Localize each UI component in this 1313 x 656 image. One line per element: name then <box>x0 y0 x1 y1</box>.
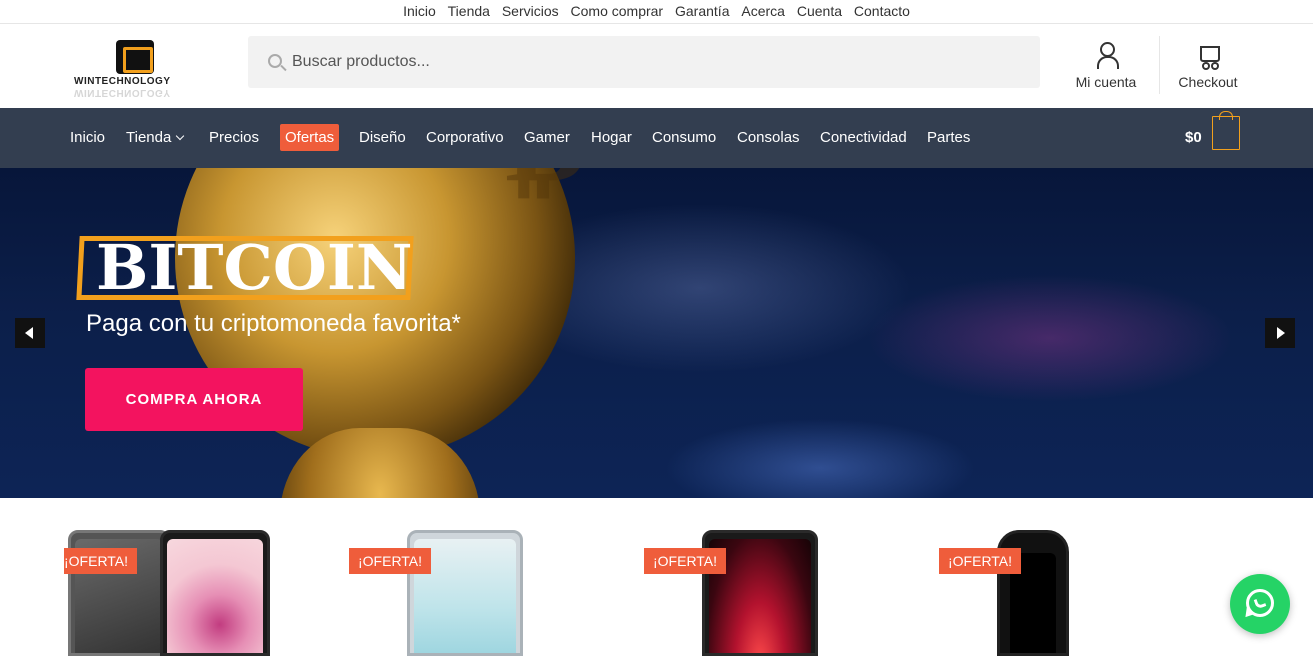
product-grid: ¡OFERTA! ¡OFERTA! ¡OFERTA! ¡OFERTA! <box>0 498 1313 656</box>
chevron-down-icon <box>176 131 185 141</box>
nav-item-consumo[interactable]: Consumo <box>652 124 716 151</box>
buy-now-button[interactable]: COMPRA AHORA <box>85 368 303 431</box>
hero-subtitle: Paga con tu criptomoneda favorita* <box>86 310 461 337</box>
sale-badge: ¡OFERTA! <box>644 548 727 574</box>
my-account-link[interactable]: Mi cuenta <box>1064 42 1148 90</box>
product-card[interactable]: ¡OFERTA! <box>939 530 1149 656</box>
shopping-bag-icon[interactable] <box>1212 111 1240 150</box>
user-icon <box>1095 42 1119 69</box>
product-image <box>160 530 270 656</box>
top-menu-item-cuenta[interactable]: Cuenta <box>797 3 842 19</box>
search-icon <box>268 54 282 68</box>
checkout-link[interactable]: Checkout <box>1166 42 1250 90</box>
cart-total[interactable]: $0 <box>1185 124 1202 151</box>
cart-icon <box>1196 42 1220 70</box>
product-card[interactable]: ¡OFERTA! <box>64 530 274 656</box>
sale-badge: ¡OFERTA! <box>64 548 138 574</box>
search-bar <box>248 36 1040 88</box>
top-menu-item-servicios[interactable]: Servicios <box>502 3 559 19</box>
my-account-label: Mi cuenta <box>1075 74 1137 90</box>
arrow-left-icon[interactable] <box>15 318 45 348</box>
logo-text: WINTECHNOLOGY <box>74 76 171 87</box>
main-nav: Inicio Tienda Precios Ofertas Diseño Cor… <box>0 108 1313 168</box>
hero-slider: ₿ BITCOIN Paga con tu criptomoneda favor… <box>0 168 1313 498</box>
product-card[interactable]: ¡OFERTA! <box>644 530 854 656</box>
nav-item-hogar[interactable]: Hogar <box>591 124 632 151</box>
search-input[interactable] <box>292 36 1032 88</box>
top-menu-item-garantia[interactable]: Garantía <box>675 3 729 19</box>
sale-badge: ¡OFERTA! <box>349 548 432 574</box>
nav-item-partes[interactable]: Partes <box>927 124 970 151</box>
hero-title: BITCOIN <box>96 231 413 304</box>
header-divider <box>1159 36 1160 94</box>
top-menu-item-como-comprar[interactable]: Como comprar <box>571 3 664 19</box>
sale-badge: ¡OFERTA! <box>939 548 1022 574</box>
logo-mark <box>116 40 154 74</box>
nav-item-tienda-label: Tienda <box>126 129 172 146</box>
top-menu: Inicio Tienda Servicios Como comprar Gar… <box>0 0 1313 24</box>
whatsapp-chat-button[interactable] <box>1230 574 1290 634</box>
page: Inicio Tienda Servicios Como comprar Gar… <box>0 0 1313 656</box>
arrow-right-icon[interactable] <box>1265 318 1295 348</box>
logo-reflection: WINTECHNOLOGY <box>74 87 171 98</box>
nav-item-conectividad[interactable]: Conectividad <box>820 124 907 151</box>
top-menu-item-inicio[interactable]: Inicio <box>403 3 436 19</box>
top-menu-item-tienda[interactable]: Tienda <box>448 3 490 19</box>
site-header: WINTECHNOLOGY WINTECHNOLOGY Mi cuenta Ch… <box>0 24 1313 108</box>
nav-item-gamer[interactable]: Gamer <box>524 124 570 151</box>
product-card[interactable]: ¡OFERTA! <box>349 530 559 656</box>
top-menu-item-contacto[interactable]: Contacto <box>854 3 910 19</box>
nav-item-tienda[interactable]: Tienda <box>126 124 185 151</box>
nav-item-diseno[interactable]: Diseño <box>359 124 406 151</box>
checkout-label: Checkout <box>1178 74 1238 90</box>
nav-item-precios[interactable]: Precios <box>209 124 259 151</box>
top-menu-item-acerca[interactable]: Acerca <box>741 3 785 19</box>
site-logo[interactable]: WINTECHNOLOGY WINTECHNOLOGY <box>74 38 198 98</box>
nav-item-consolas[interactable]: Consolas <box>737 124 800 151</box>
bitcoin-symbol-icon: ₿ <box>505 168 585 209</box>
nav-item-inicio[interactable]: Inicio <box>70 124 105 151</box>
nav-item-corporativo[interactable]: Corporativo <box>426 124 504 151</box>
nav-item-ofertas[interactable]: Ofertas <box>280 124 340 151</box>
